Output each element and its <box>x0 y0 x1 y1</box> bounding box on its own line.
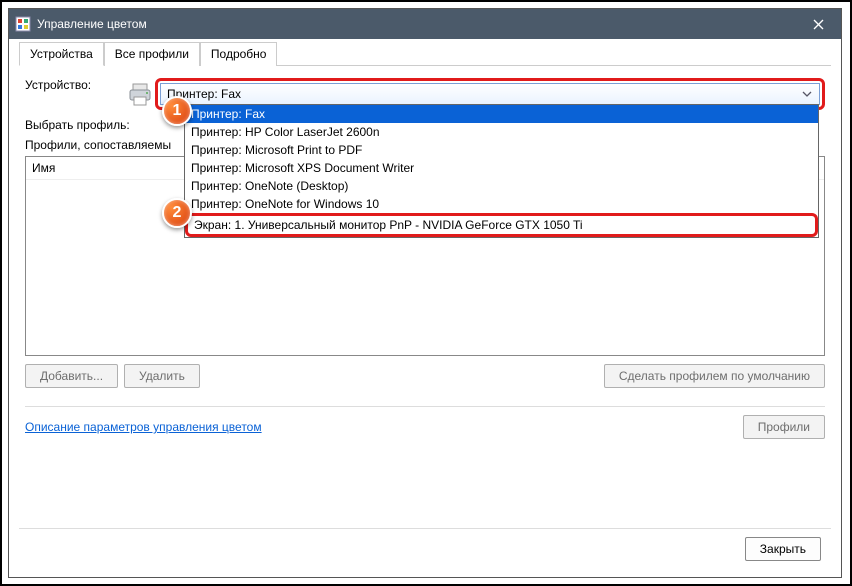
help-link[interactable]: Описание параметров управления цветом <box>25 420 262 434</box>
dropdown-item-pdf[interactable]: Принтер: Microsoft Print to PDF <box>185 141 818 159</box>
dropdown-item-onenote-w10[interactable]: Принтер: OneNote for Windows 10 <box>185 195 818 213</box>
dropdown-item-fax[interactable]: Принтер: Fax <box>185 105 818 123</box>
close-button[interactable] <box>796 9 841 39</box>
remove-button[interactable]: Удалить <box>124 364 200 388</box>
tab-advanced[interactable]: Подробно <box>200 42 278 66</box>
dropdown-item-xps[interactable]: Принтер: Microsoft XPS Document Writer <box>185 159 818 177</box>
color-management-window: Управление цветом Устройства Все профили… <box>8 8 842 578</box>
tab-content: Устройство: Принтер: Fax <box>19 66 831 528</box>
annotation-callout-2: 2 <box>162 198 192 228</box>
dropdown-item-onenote-desktop[interactable]: Принтер: OneNote (Desktop) <box>185 177 818 195</box>
annotation-outline-2: Экран: 1. Универсальный монитор PnP - NV… <box>185 213 818 237</box>
tab-devices[interactable]: Устройства <box>19 42 104 66</box>
profile-buttons-row: Добавить... Удалить Сделать профилем по … <box>25 364 825 388</box>
device-combobox[interactable]: Принтер: Fax <box>160 83 820 105</box>
device-label: Устройство: <box>25 78 125 92</box>
profiles-button[interactable]: Профили <box>743 415 825 439</box>
close-dialog-button[interactable]: Закрыть <box>745 537 821 561</box>
printer-icon <box>125 78 155 108</box>
dropdown-item-hp[interactable]: Принтер: HP Color LaserJet 2600n <box>185 123 818 141</box>
chevron-down-icon <box>799 91 815 97</box>
tab-bar: Устройства Все профили Подробно <box>19 41 831 66</box>
app-icon <box>15 16 31 32</box>
dropdown-item-screen[interactable]: Экран: 1. Универсальный монитор PnP - NV… <box>188 216 815 234</box>
screenshot-frame: Управление цветом Устройства Все профили… <box>0 0 852 586</box>
add-button[interactable]: Добавить... <box>25 364 118 388</box>
window-title: Управление цветом <box>37 17 147 31</box>
device-dropdown: Принтер: Fax Принтер: HP Color LaserJet … <box>184 104 819 238</box>
set-default-button[interactable]: Сделать профилем по умолчанию <box>604 364 825 388</box>
annotation-callout-1: 1 <box>162 96 192 126</box>
client-area: Устройства Все профили Подробно Устройст… <box>9 39 841 577</box>
titlebar: Управление цветом <box>9 9 841 39</box>
separator <box>25 406 825 407</box>
bottom-bar: Закрыть <box>19 528 831 569</box>
tab-all-profiles[interactable]: Все профили <box>104 42 200 66</box>
